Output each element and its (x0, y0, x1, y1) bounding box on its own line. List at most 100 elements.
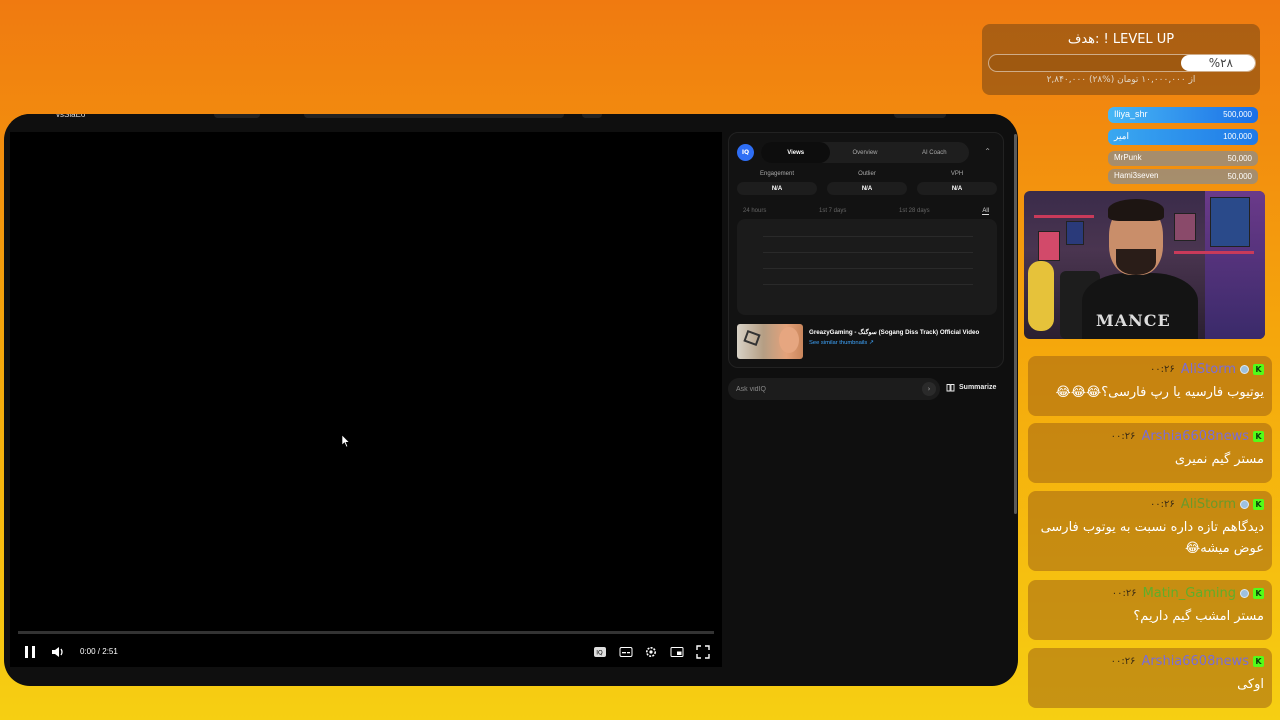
donor-amount: 500,000 (1223, 110, 1252, 119)
tab-views[interactable]: Views (761, 142, 831, 163)
donor-amount: 100,000 (1223, 132, 1252, 141)
player-controls: 0:00 / 2:51 IQ (10, 640, 722, 664)
chat-message: K AliStorm ۰۰:۲۶ یوتیوب فارسیه یا رپ فار… (1028, 356, 1272, 416)
webcam-feed: MANCE (1024, 191, 1265, 339)
goal-progress-bar: %۲۸ (988, 54, 1256, 72)
user-badge-icon (1240, 499, 1249, 509)
progress-bar[interactable] (18, 631, 714, 634)
top-donor-row: Hami3seven 50,000 (1108, 169, 1258, 184)
browser-window: vsSiaEo 0:00 / 2:51 IQ IQ Views Overview… (4, 114, 1018, 686)
range-7-days[interactable]: 1st 7 days (819, 208, 846, 215)
shirt-print: MANCE (1096, 311, 1171, 330)
summarize-label: Summarize (959, 384, 997, 391)
vidiq-panel: IQ Views Overview AI Coach ⌃ Engagement … (728, 132, 1004, 368)
kick-logo-icon: K (1253, 430, 1264, 442)
range-28-days[interactable]: 1st 28 days (899, 208, 930, 215)
donor-name: امیر (1114, 131, 1130, 141)
wall-poster (1038, 231, 1060, 261)
wall-shelf (1174, 251, 1254, 254)
goal-title: هدف: ! LEVEL UP (1067, 32, 1175, 47)
mouse-cursor-icon (341, 432, 350, 451)
donor-name: Hami3seven (1114, 171, 1159, 180)
site-logo-fragment[interactable]: vsSiaEo (56, 114, 85, 119)
browser-top-strip: vsSiaEo (4, 114, 1018, 122)
chat-message: K Matin_Gaming ۰۰:۲۶ مستر امشب گیم داریم… (1028, 580, 1272, 640)
vidiq-icon[interactable]: IQ (592, 644, 608, 660)
kick-logo-icon: K (1253, 655, 1264, 667)
similar-thumbnails-link[interactable]: See similar thumbnails ↗ (809, 340, 874, 346)
top-donor-row: Iliya_shr 500,000 (1108, 107, 1258, 123)
time-display: 0:00 / 2:51 (80, 647, 118, 656)
streamer-beard (1116, 249, 1156, 275)
chat-text: مستر امشب گیم داریم؟ (1133, 609, 1264, 624)
vidiq-stats: Engagement N/A Outlier N/A VPH N/A (737, 171, 997, 195)
donor-amount: 50,000 (1227, 172, 1252, 181)
donation-goal-widget: هدف: ! LEVEL UP %۲۸ ۲,۸۴۰,۰۰۰ از ۱۰,۰۰۰,… (982, 24, 1260, 95)
book-icon (946, 384, 955, 392)
stat-value: N/A (827, 182, 907, 195)
user-badge-icon (1240, 588, 1249, 598)
ask-vidiq-input[interactable] (736, 383, 906, 395)
video-card[interactable]: GreazyGaming - سوگنگ (Sogang Diss Track)… (737, 324, 999, 360)
ask-vidiq-box: › (728, 378, 940, 400)
wall-shelf (1034, 215, 1094, 218)
video-player[interactable]: 0:00 / 2:51 IQ (10, 132, 722, 667)
vidiq-tabs: Views Overview AI Coach (761, 142, 969, 163)
volume-icon[interactable] (50, 644, 66, 660)
range-all[interactable]: All (982, 208, 989, 215)
chat-text: دیدگاهم تازه داره نسبت به یوتوب فارسی عو… (1040, 520, 1264, 556)
thumbnail-graphic (743, 329, 761, 347)
donor-name: Iliya_shr (1114, 109, 1148, 119)
wall-poster (1210, 197, 1250, 247)
chat-text: یوتیوب فارسیه یا رپ فارسی؟😂😂😂 (1055, 385, 1264, 400)
chat-text: مستر گیم نمیری (1174, 452, 1264, 467)
send-arrow-icon[interactable]: › (922, 382, 936, 396)
mic-button[interactable] (582, 114, 602, 118)
tab-ai-coach[interactable]: AI Coach (900, 142, 969, 163)
chat-text: اوکی (1237, 677, 1264, 692)
kick-logo-icon: K (1253, 587, 1264, 599)
chat-timestamp: ۰۰:۲۶ (1111, 587, 1137, 599)
wall-poster (1066, 221, 1084, 245)
donor-amount: 50,000 (1227, 154, 1252, 163)
chevron-up-icon[interactable]: ⌃ (984, 147, 991, 156)
chat-message: K Arshia6608news ۰۰:۲۶ مستر گیم نمیری (1028, 423, 1272, 483)
tab-overview[interactable]: Overview (830, 142, 899, 163)
chat-username[interactable]: Arshia6608news (1141, 654, 1249, 669)
fullscreen-icon[interactable] (695, 644, 711, 660)
subtitles-icon[interactable] (618, 644, 634, 660)
range-24-hours[interactable]: 24 hours (743, 208, 766, 215)
grid-line (763, 236, 973, 237)
chat-username[interactable]: Arshia6608news (1141, 429, 1249, 444)
chat-username[interactable]: AliStorm (1181, 497, 1236, 512)
page-scrollbar[interactable] (1014, 134, 1017, 514)
kick-logo-icon: K (1253, 498, 1264, 510)
chat-username[interactable]: Matin_Gaming (1143, 586, 1236, 601)
chat-timestamp: ۰۰:۲۶ (1110, 430, 1136, 442)
grid-line (763, 268, 973, 269)
lamp (1028, 261, 1054, 331)
chat-username[interactable]: AliStorm (1181, 362, 1236, 377)
pause-icon[interactable] (22, 644, 38, 660)
grid-line (763, 252, 973, 253)
miniplayer-icon[interactable] (669, 644, 685, 660)
toolbar-pill[interactable] (214, 114, 260, 118)
svg-text:IQ: IQ (596, 650, 603, 657)
settings-icon[interactable] (643, 644, 659, 660)
video-title[interactable]: GreazyGaming - سوگنگ (Sogang Diss Track)… (809, 329, 979, 336)
chat-header: K AliStorm ۰۰:۲۶ (1150, 497, 1264, 512)
stat-label: Engagement (759, 171, 795, 177)
top-donor-row: امیر 100,000 (1108, 129, 1258, 145)
search-bar[interactable] (304, 114, 564, 118)
time-range-tabs: 24 hours 1st 7 days 1st 28 days All (743, 208, 989, 215)
summarize-button[interactable]: Summarize (946, 383, 996, 392)
video-thumbnail[interactable] (737, 324, 803, 359)
chat-header: K Matin_Gaming ۰۰:۲۶ (1111, 586, 1264, 601)
stat-outlier: Outlier N/A (827, 171, 907, 195)
streamer-hair (1108, 199, 1164, 221)
donor-name: MrPunk (1114, 153, 1142, 162)
create-button[interactable] (894, 114, 946, 118)
chat-timestamp: ۰۰:۲۶ (1110, 655, 1136, 667)
goal-percent: %۲۸ (1208, 56, 1233, 70)
vidiq-logo-icon: IQ (737, 144, 754, 161)
